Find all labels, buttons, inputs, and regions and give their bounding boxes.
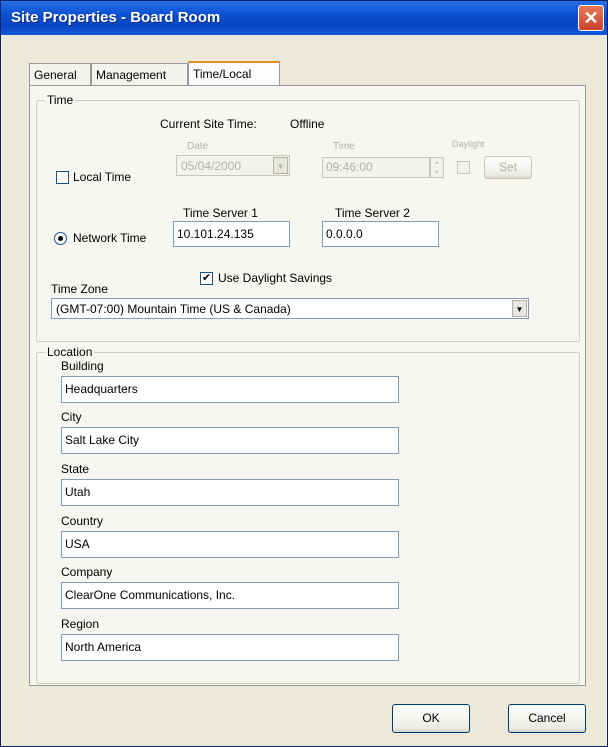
cancel-button[interactable]: Cancel: [508, 704, 586, 733]
current-site-time-label: Current Site Time:: [160, 117, 257, 131]
tab-panel: Time Current Site Time: Offline Local Ti…: [29, 85, 586, 686]
date-caption: Date: [187, 141, 209, 152]
time-server-2-input[interactable]: 0.0.0.0: [322, 221, 439, 247]
tab-general[interactable]: General: [29, 63, 91, 85]
company-label: Company: [61, 565, 113, 579]
set-time-label: Set: [498, 160, 517, 174]
close-button[interactable]: ✕: [578, 5, 604, 31]
location-group: Location Building Headquarters City Salt…: [36, 345, 580, 684]
region-value: North America: [65, 640, 142, 654]
state-value: Utah: [65, 485, 91, 499]
use-daylight-savings-label: Use Daylight Savings: [218, 271, 333, 285]
local-daylight-checkbox[interactable]: [457, 161, 470, 174]
building-label: Building: [61, 359, 104, 373]
set-time-button[interactable]: Set: [484, 156, 532, 179]
state-label: State: [61, 462, 90, 476]
chevron-down-icon: ▼: [273, 157, 288, 174]
time-zone-label: Time Zone: [51, 282, 108, 296]
current-site-time-value: Offline: [290, 117, 325, 131]
country-label: Country: [61, 514, 104, 528]
network-time-label: Network Time: [73, 231, 147, 245]
tab-management[interactable]: Management: [91, 63, 188, 85]
title-bar[interactable]: Site Properties - Board Room ✕: [1, 1, 607, 35]
building-value: Headquarters: [65, 382, 138, 396]
network-time-radio[interactable]: [54, 232, 67, 245]
city-value: Salt Lake City: [65, 433, 140, 447]
time-server-1-value: 10.101.24.135: [177, 227, 254, 241]
city-input[interactable]: Salt Lake City: [61, 427, 399, 454]
ok-button[interactable]: OK: [392, 704, 470, 733]
cancel-label: Cancel: [528, 711, 566, 725]
time-spin-arrows-icon[interactable]: ▲ ▼: [430, 157, 444, 178]
daylight-check-mark: ✔: [201, 272, 212, 284]
city-label: City: [61, 410, 82, 424]
company-input[interactable]: ClearOne Communications, Inc.: [61, 582, 399, 609]
time-server-1-input[interactable]: 10.101.24.135: [173, 221, 290, 247]
window-title: Site Properties - Board Room: [11, 9, 221, 26]
local-date-picker[interactable]: 05/04/2000 ▼: [176, 155, 290, 176]
ok-label: OK: [422, 711, 440, 725]
time-legend: Time: [45, 93, 76, 107]
country-input[interactable]: USA: [61, 531, 399, 558]
time-group: Time Current Site Time: Offline Local Ti…: [36, 93, 580, 342]
use-daylight-savings-checkbox[interactable]: ✔: [200, 272, 213, 285]
chevron-down-icon[interactable]: ▼: [512, 300, 527, 317]
time-zone-select[interactable]: (GMT-07:00) Mountain Time (US & Canada) …: [51, 298, 529, 319]
tab-management-label: Management: [96, 68, 167, 82]
company-value: ClearOne Communications, Inc.: [65, 588, 236, 602]
time-server-1-label: Time Server 1: [183, 206, 258, 220]
local-date-value: 05/04/2000: [181, 159, 242, 173]
local-time-label: Local Time: [73, 170, 132, 184]
time-zone-value: (GMT-07:00) Mountain Time (US & Canada): [56, 302, 291, 316]
tab-time-local-label: Time/Local: [193, 67, 252, 81]
tab-general-label: General: [34, 68, 77, 82]
tab-time-local[interactable]: Time/Local: [188, 61, 280, 86]
local-time-value: 09:46:00: [326, 160, 373, 174]
local-time-input[interactable]: 09:46:00: [322, 157, 430, 178]
time-server-2-label: Time Server 2: [335, 206, 410, 220]
daylight-caption: Daylight: [452, 139, 485, 149]
building-input[interactable]: Headquarters: [61, 376, 399, 403]
close-icon: ✕: [583, 8, 599, 28]
region-label: Region: [61, 617, 100, 631]
dialog-window: Site Properties - Board Room ✕ General M…: [0, 0, 608, 747]
location-legend: Location: [45, 345, 95, 359]
time-server-2-value: 0.0.0.0: [326, 227, 363, 241]
region-input[interactable]: North America: [61, 634, 399, 661]
state-input[interactable]: Utah: [61, 479, 399, 506]
local-time-checkbox[interactable]: [56, 171, 69, 184]
time-caption: Time: [333, 141, 355, 152]
country-value: USA: [65, 537, 90, 551]
radio-selected-dot: [58, 236, 63, 241]
